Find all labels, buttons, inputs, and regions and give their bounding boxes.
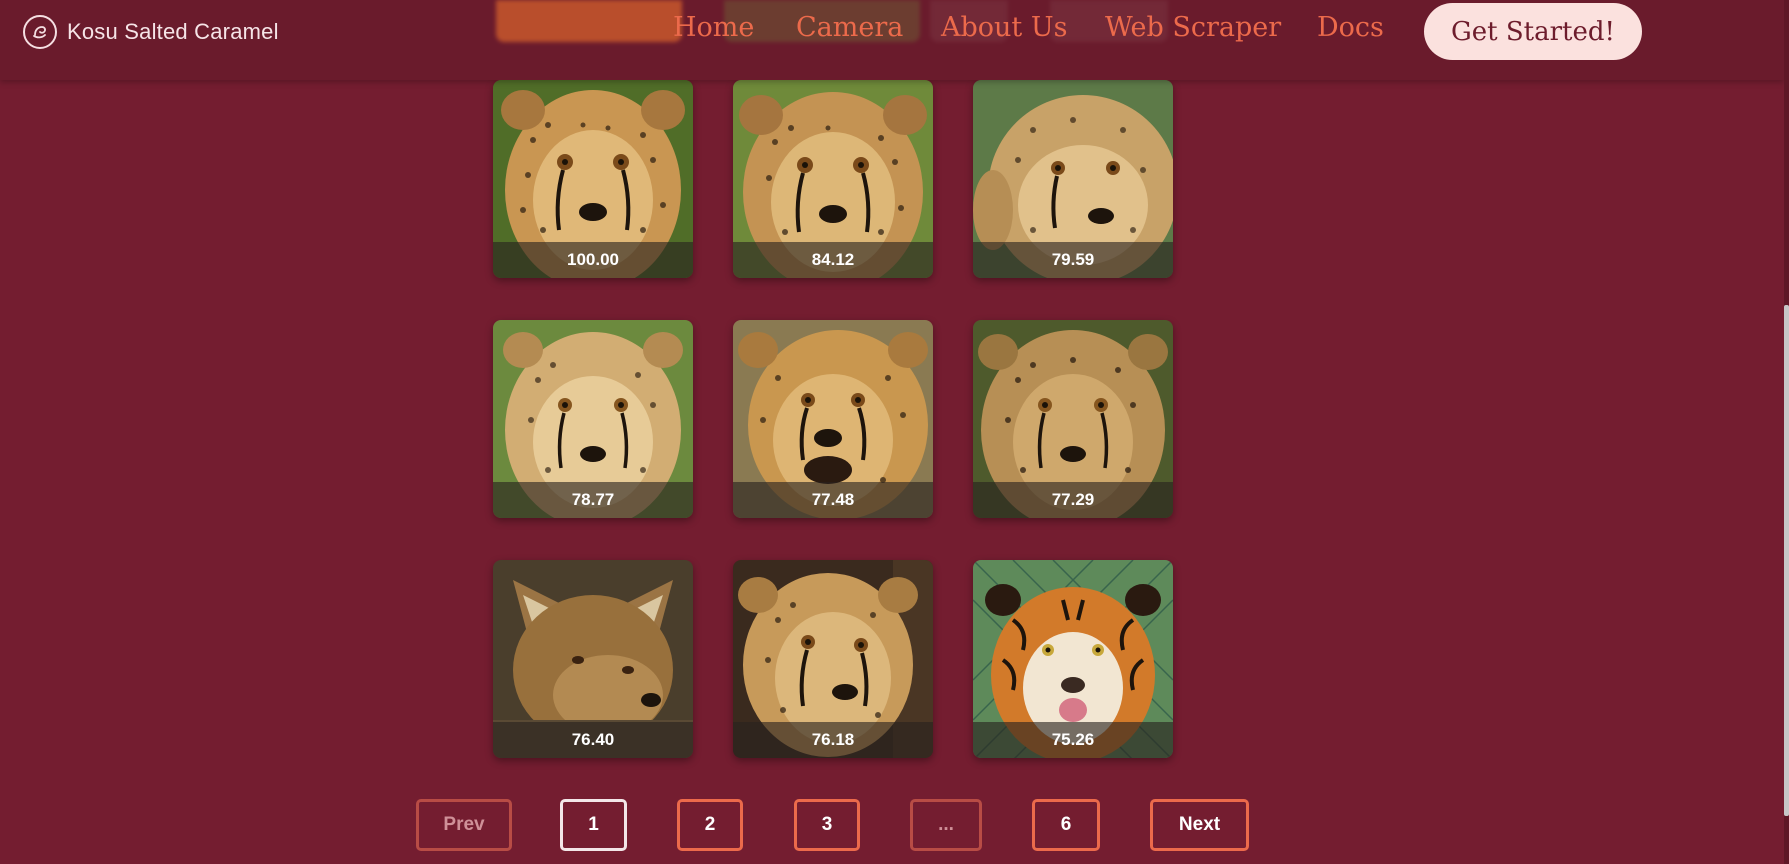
page-6-button[interactable]: 6 <box>1032 799 1100 851</box>
score-overlay: 76.18 <box>733 722 933 758</box>
prev-page-button[interactable]: Prev <box>416 799 512 851</box>
scrollbar-thumb[interactable] <box>1784 305 1789 816</box>
result-card[interactable]: 79.59 <box>973 80 1173 278</box>
similarity-score: 78.77 <box>571 490 615 509</box>
score-overlay: 84.12 <box>733 242 933 278</box>
similarity-score: 77.29 <box>1051 490 1095 509</box>
brand[interactable]: Kosu Salted Caramel <box>23 13 279 51</box>
similarity-score: 100.00 <box>567 250 619 269</box>
scrolled-content-ghost <box>496 0 682 42</box>
result-card[interactable]: 75.26 <box>973 560 1173 758</box>
score-overlay: 79.59 <box>973 242 1173 278</box>
nav-link-home[interactable]: Home <box>673 12 754 43</box>
pagination: Prev 1 2 3 ... 6 Next <box>0 799 1789 855</box>
result-card[interactable]: 100.00 <box>493 80 693 278</box>
page-1-button[interactable]: 1 <box>560 799 627 851</box>
page: Kosu Salted Caramel Home Camera About Us… <box>0 0 1789 864</box>
page-2-button[interactable]: 2 <box>677 799 743 851</box>
result-card[interactable]: 76.18 <box>733 560 933 758</box>
similarity-score: 76.40 <box>571 730 615 749</box>
similarity-score: 76.18 <box>811 730 855 749</box>
similarity-score: 77.48 <box>811 490 855 509</box>
result-card[interactable]: 84.12 <box>733 80 933 278</box>
result-card[interactable]: 76.40 <box>493 560 693 758</box>
get-started-button[interactable]: Get Started! <box>1424 3 1642 60</box>
score-overlay: 78.77 <box>493 482 693 518</box>
result-card[interactable]: 77.48 <box>733 320 933 518</box>
score-overlay: 100.00 <box>493 242 693 278</box>
similarity-score: 75.26 <box>1051 730 1095 749</box>
similarity-score: 84.12 <box>811 250 855 269</box>
page-ellipsis: ... <box>910 799 982 851</box>
nav-link-camera[interactable]: Camera <box>796 12 903 43</box>
page-3-button[interactable]: 3 <box>794 799 860 851</box>
nav-link-about-us[interactable]: About Us <box>941 12 1067 43</box>
brand-logo-icon <box>23 15 57 49</box>
nav-link-docs[interactable]: Docs <box>1317 12 1384 43</box>
score-overlay: 77.48 <box>733 482 933 518</box>
brand-name: Kosu Salted Caramel <box>67 19 279 44</box>
vertical-scrollbar[interactable] <box>1784 0 1789 864</box>
navbar: Kosu Salted Caramel Home Camera About Us… <box>0 0 1784 80</box>
result-card[interactable]: 78.77 <box>493 320 693 518</box>
next-page-button[interactable]: Next <box>1150 799 1249 851</box>
result-card[interactable]: 77.29 <box>973 320 1173 518</box>
nav-link-web-scraper[interactable]: Web Scraper <box>1105 12 1281 43</box>
similarity-score: 79.59 <box>1051 250 1095 269</box>
score-overlay: 75.26 <box>973 722 1173 758</box>
score-overlay: 77.29 <box>973 482 1173 518</box>
score-overlay: 76.40 <box>493 722 693 758</box>
